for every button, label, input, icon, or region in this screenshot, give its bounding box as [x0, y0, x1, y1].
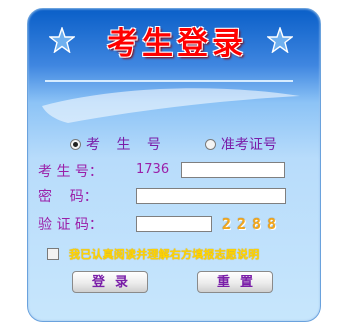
exam-number-prefix: 1736	[136, 162, 170, 177]
divider	[45, 80, 293, 82]
agree-label: 我已认真阅读并理解右方填报志愿说明	[69, 248, 260, 261]
agree-row[interactable]: 我已认真阅读并理解右方填报志愿说明	[47, 246, 259, 262]
radio-button[interactable]	[204, 138, 216, 150]
star-icon	[267, 27, 293, 53]
login-button[interactable]: 登录	[72, 271, 148, 293]
password-input[interactable]	[136, 188, 286, 204]
captcha-input[interactable]	[136, 216, 212, 232]
radio-exam-number[interactable]: 考 生 号	[70, 134, 167, 154]
agree-checkbox[interactable]	[47, 248, 59, 260]
radio-button-checked[interactable]	[70, 138, 81, 150]
login-type-selector: 考 生 号 准考证号	[70, 135, 277, 153]
exam-number-label: 考 生 号：	[38, 164, 103, 180]
captcha-image[interactable]: 2288	[222, 215, 288, 233]
radio-label-admission-ticket: 准考证号	[220, 137, 277, 153]
password-label: 密 码：	[38, 189, 98, 205]
exam-number-input[interactable]	[181, 162, 285, 178]
reset-button[interactable]: 重置	[197, 271, 273, 293]
star-icon	[49, 27, 75, 53]
radio-label-exam-number: 考 生 号	[86, 137, 167, 153]
radio-admission-ticket[interactable]: 准考证号	[204, 134, 277, 154]
page-title: 考生登录	[107, 26, 247, 62]
captcha-label: 验 证 码：	[38, 217, 103, 233]
gloss-decoration	[42, 88, 300, 123]
